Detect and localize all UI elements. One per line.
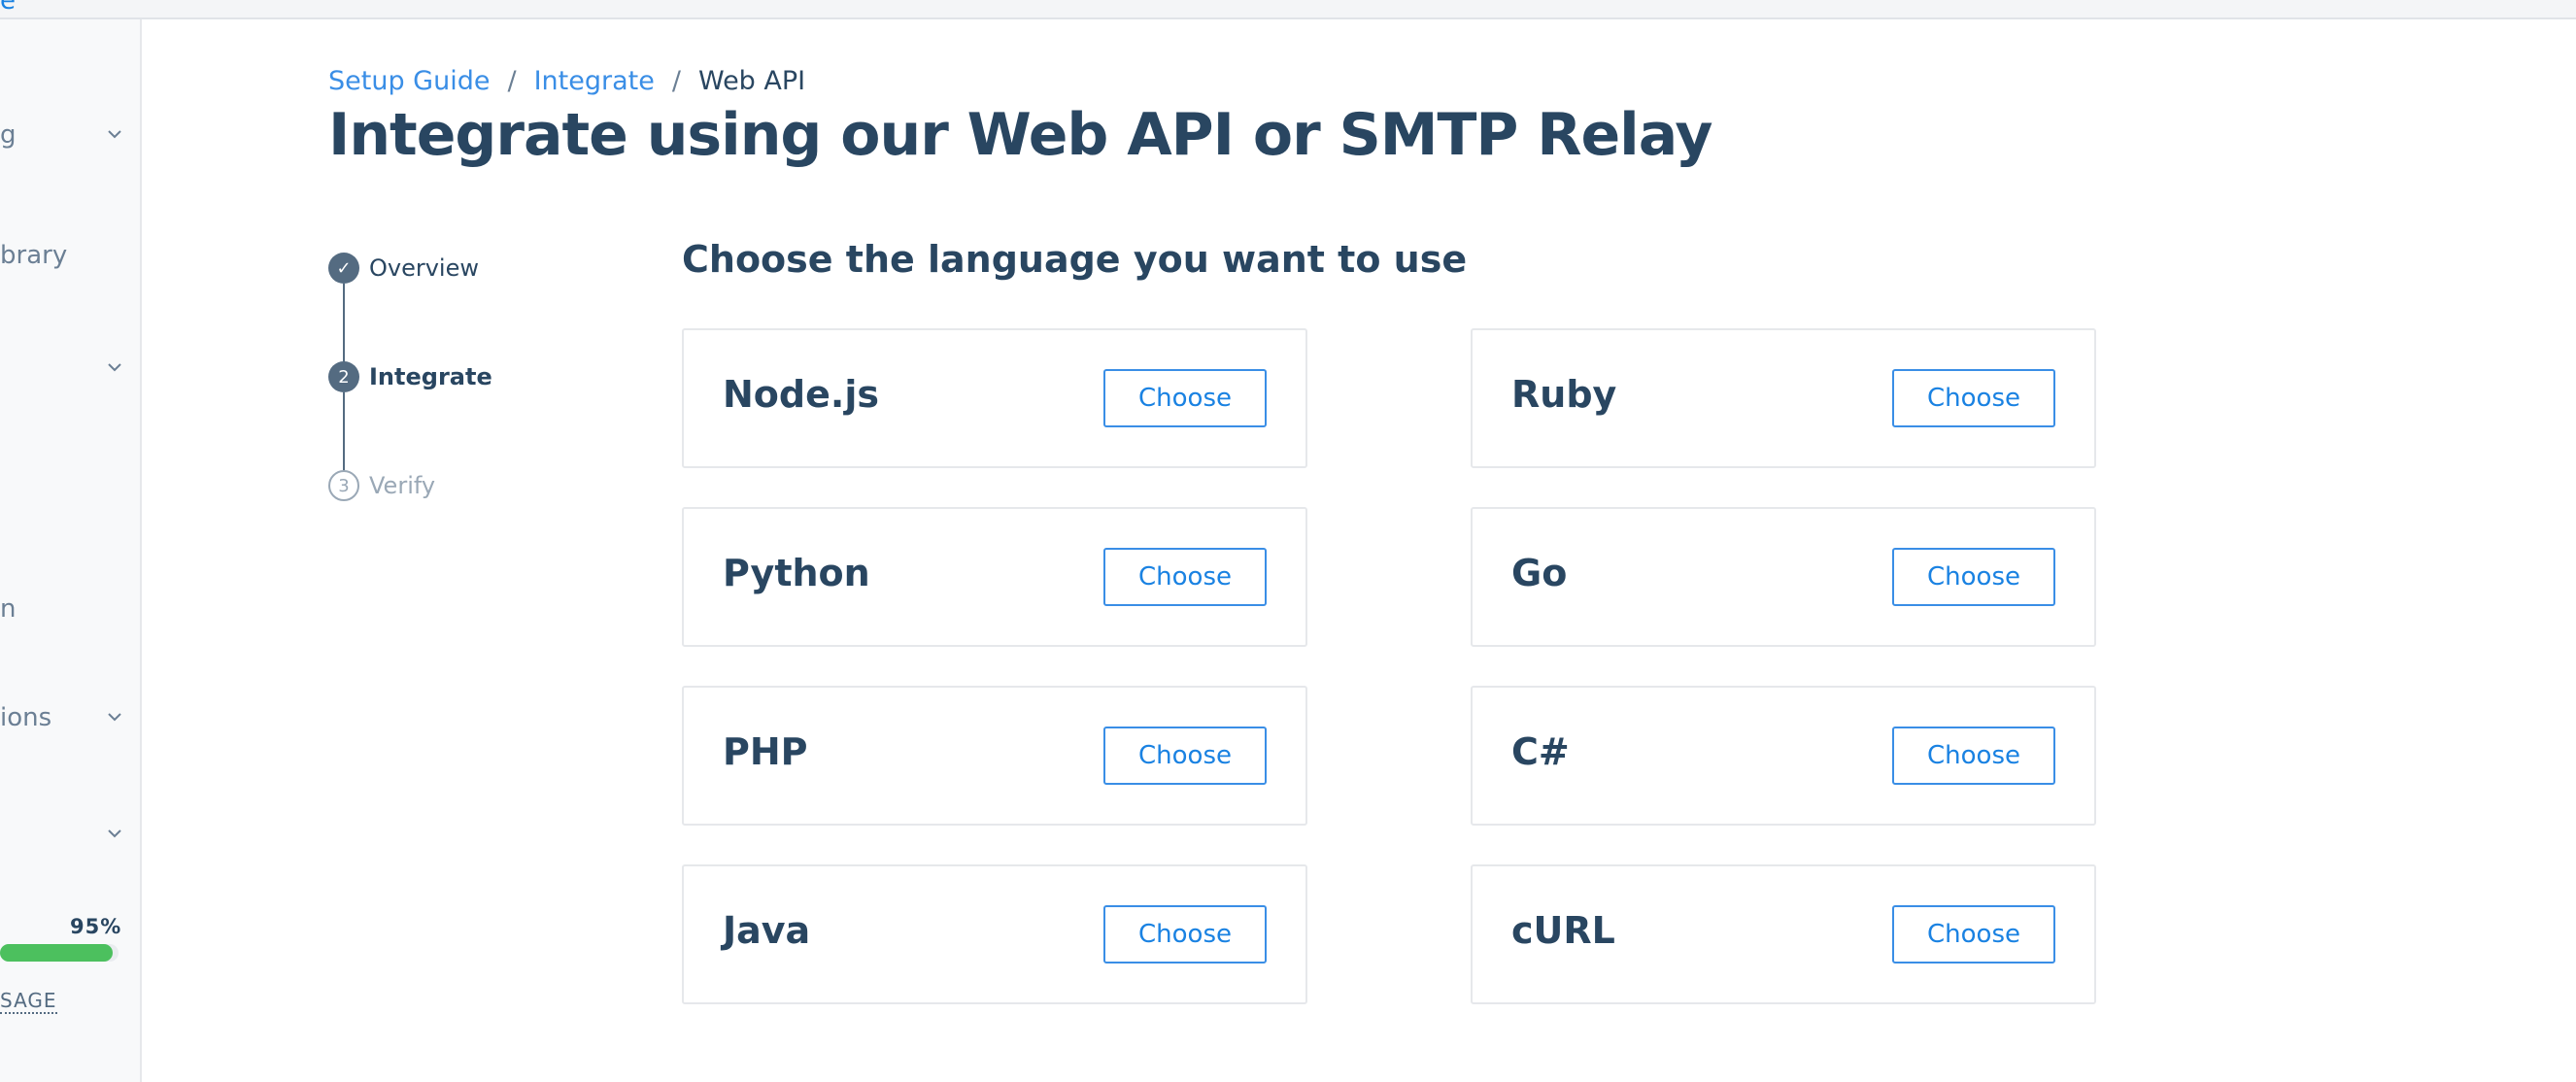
step-label: Overview xyxy=(369,254,479,282)
language-card-python: Python Choose xyxy=(682,507,1307,647)
step-overview[interactable]: ✓ Overview xyxy=(328,253,542,286)
sidebar-item-label: ions xyxy=(0,703,52,732)
usage-percent: 95% xyxy=(70,915,122,938)
language-name: Java xyxy=(723,909,811,952)
usage-link[interactable]: SAGE xyxy=(0,989,57,1014)
choose-button[interactable]: Choose xyxy=(1103,727,1267,785)
choose-button[interactable]: Choose xyxy=(1103,905,1267,964)
step-number: 3 xyxy=(328,470,359,501)
sidebar-item-4[interactable]: n xyxy=(0,589,140,627)
choose-button[interactable]: Choose xyxy=(1892,548,2055,606)
language-name: C# xyxy=(1511,730,1570,773)
language-name: Ruby xyxy=(1511,373,1617,416)
sidebar-item-3[interactable] xyxy=(0,348,140,387)
step-integrate[interactable]: 2 Integrate xyxy=(328,361,542,394)
sidebar-item-label: g xyxy=(0,120,17,150)
page-title: Integrate using our Web API or SMTP Rela… xyxy=(328,101,1712,169)
choose-button[interactable]: Choose xyxy=(1103,369,1267,427)
step-verify[interactable]: 3 Verify xyxy=(328,470,542,503)
choose-button[interactable]: Choose xyxy=(1892,905,2055,964)
chevron-down-icon[interactable] xyxy=(105,124,124,144)
sidebar-item-label: brary xyxy=(0,241,68,270)
section-title: Choose the language you want to use xyxy=(682,238,1468,281)
usage-progress-fill xyxy=(0,944,113,962)
language-card-go: Go Choose xyxy=(1471,507,2096,647)
breadcrumb-current: Web API xyxy=(697,66,806,96)
sidebar-item-6[interactable] xyxy=(0,814,140,853)
chevron-down-icon[interactable] xyxy=(105,824,124,843)
usage-progress-bar xyxy=(0,944,119,962)
choose-button[interactable]: Choose xyxy=(1103,548,1267,606)
sidebar-item-1[interactable]: g xyxy=(0,115,140,153)
step-number: 2 xyxy=(328,361,359,392)
language-card-csharp: C# Choose xyxy=(1471,686,2096,826)
breadcrumb-integrate[interactable]: Integrate xyxy=(534,66,655,96)
step-label: Integrate xyxy=(369,363,492,390)
top-bar-fragment[interactable]: e xyxy=(0,0,16,16)
language-name: PHP xyxy=(723,730,808,773)
breadcrumb: Setup Guide / Integrate / Web API xyxy=(328,66,805,96)
setup-steps: ✓ Overview 2 Integrate 3 Verify xyxy=(328,253,523,505)
language-name: Node.js xyxy=(723,373,879,416)
breadcrumb-separator: / xyxy=(671,66,681,96)
language-name: Python xyxy=(723,552,870,594)
step-connector xyxy=(343,392,345,472)
chevron-down-icon[interactable] xyxy=(105,357,124,377)
language-card-ruby: Ruby Choose xyxy=(1471,328,2096,468)
language-card-nodejs: Node.js Choose xyxy=(682,328,1307,468)
check-icon: ✓ xyxy=(328,253,359,284)
top-bar: e xyxy=(0,0,2576,19)
language-card-php: PHP Choose xyxy=(682,686,1307,826)
step-connector xyxy=(343,284,345,363)
language-card-curl: cURL Choose xyxy=(1471,864,2096,1004)
sidebar-item-label: n xyxy=(0,594,17,624)
step-label: Verify xyxy=(369,472,436,499)
choose-button[interactable]: Choose xyxy=(1892,369,2055,427)
breadcrumb-setup-guide[interactable]: Setup Guide xyxy=(328,66,490,96)
language-name: Go xyxy=(1511,552,1568,594)
chevron-down-icon[interactable] xyxy=(105,707,124,727)
sidebar-item-2[interactable]: brary xyxy=(0,235,140,274)
breadcrumb-separator: / xyxy=(507,66,517,96)
choose-button[interactable]: Choose xyxy=(1892,727,2055,785)
language-name: cURL xyxy=(1511,909,1615,952)
sidebar: g brary n ions 95% SAGE xyxy=(0,19,142,1082)
sidebar-item-5[interactable]: ions xyxy=(0,697,140,736)
language-card-java: Java Choose xyxy=(682,864,1307,1004)
